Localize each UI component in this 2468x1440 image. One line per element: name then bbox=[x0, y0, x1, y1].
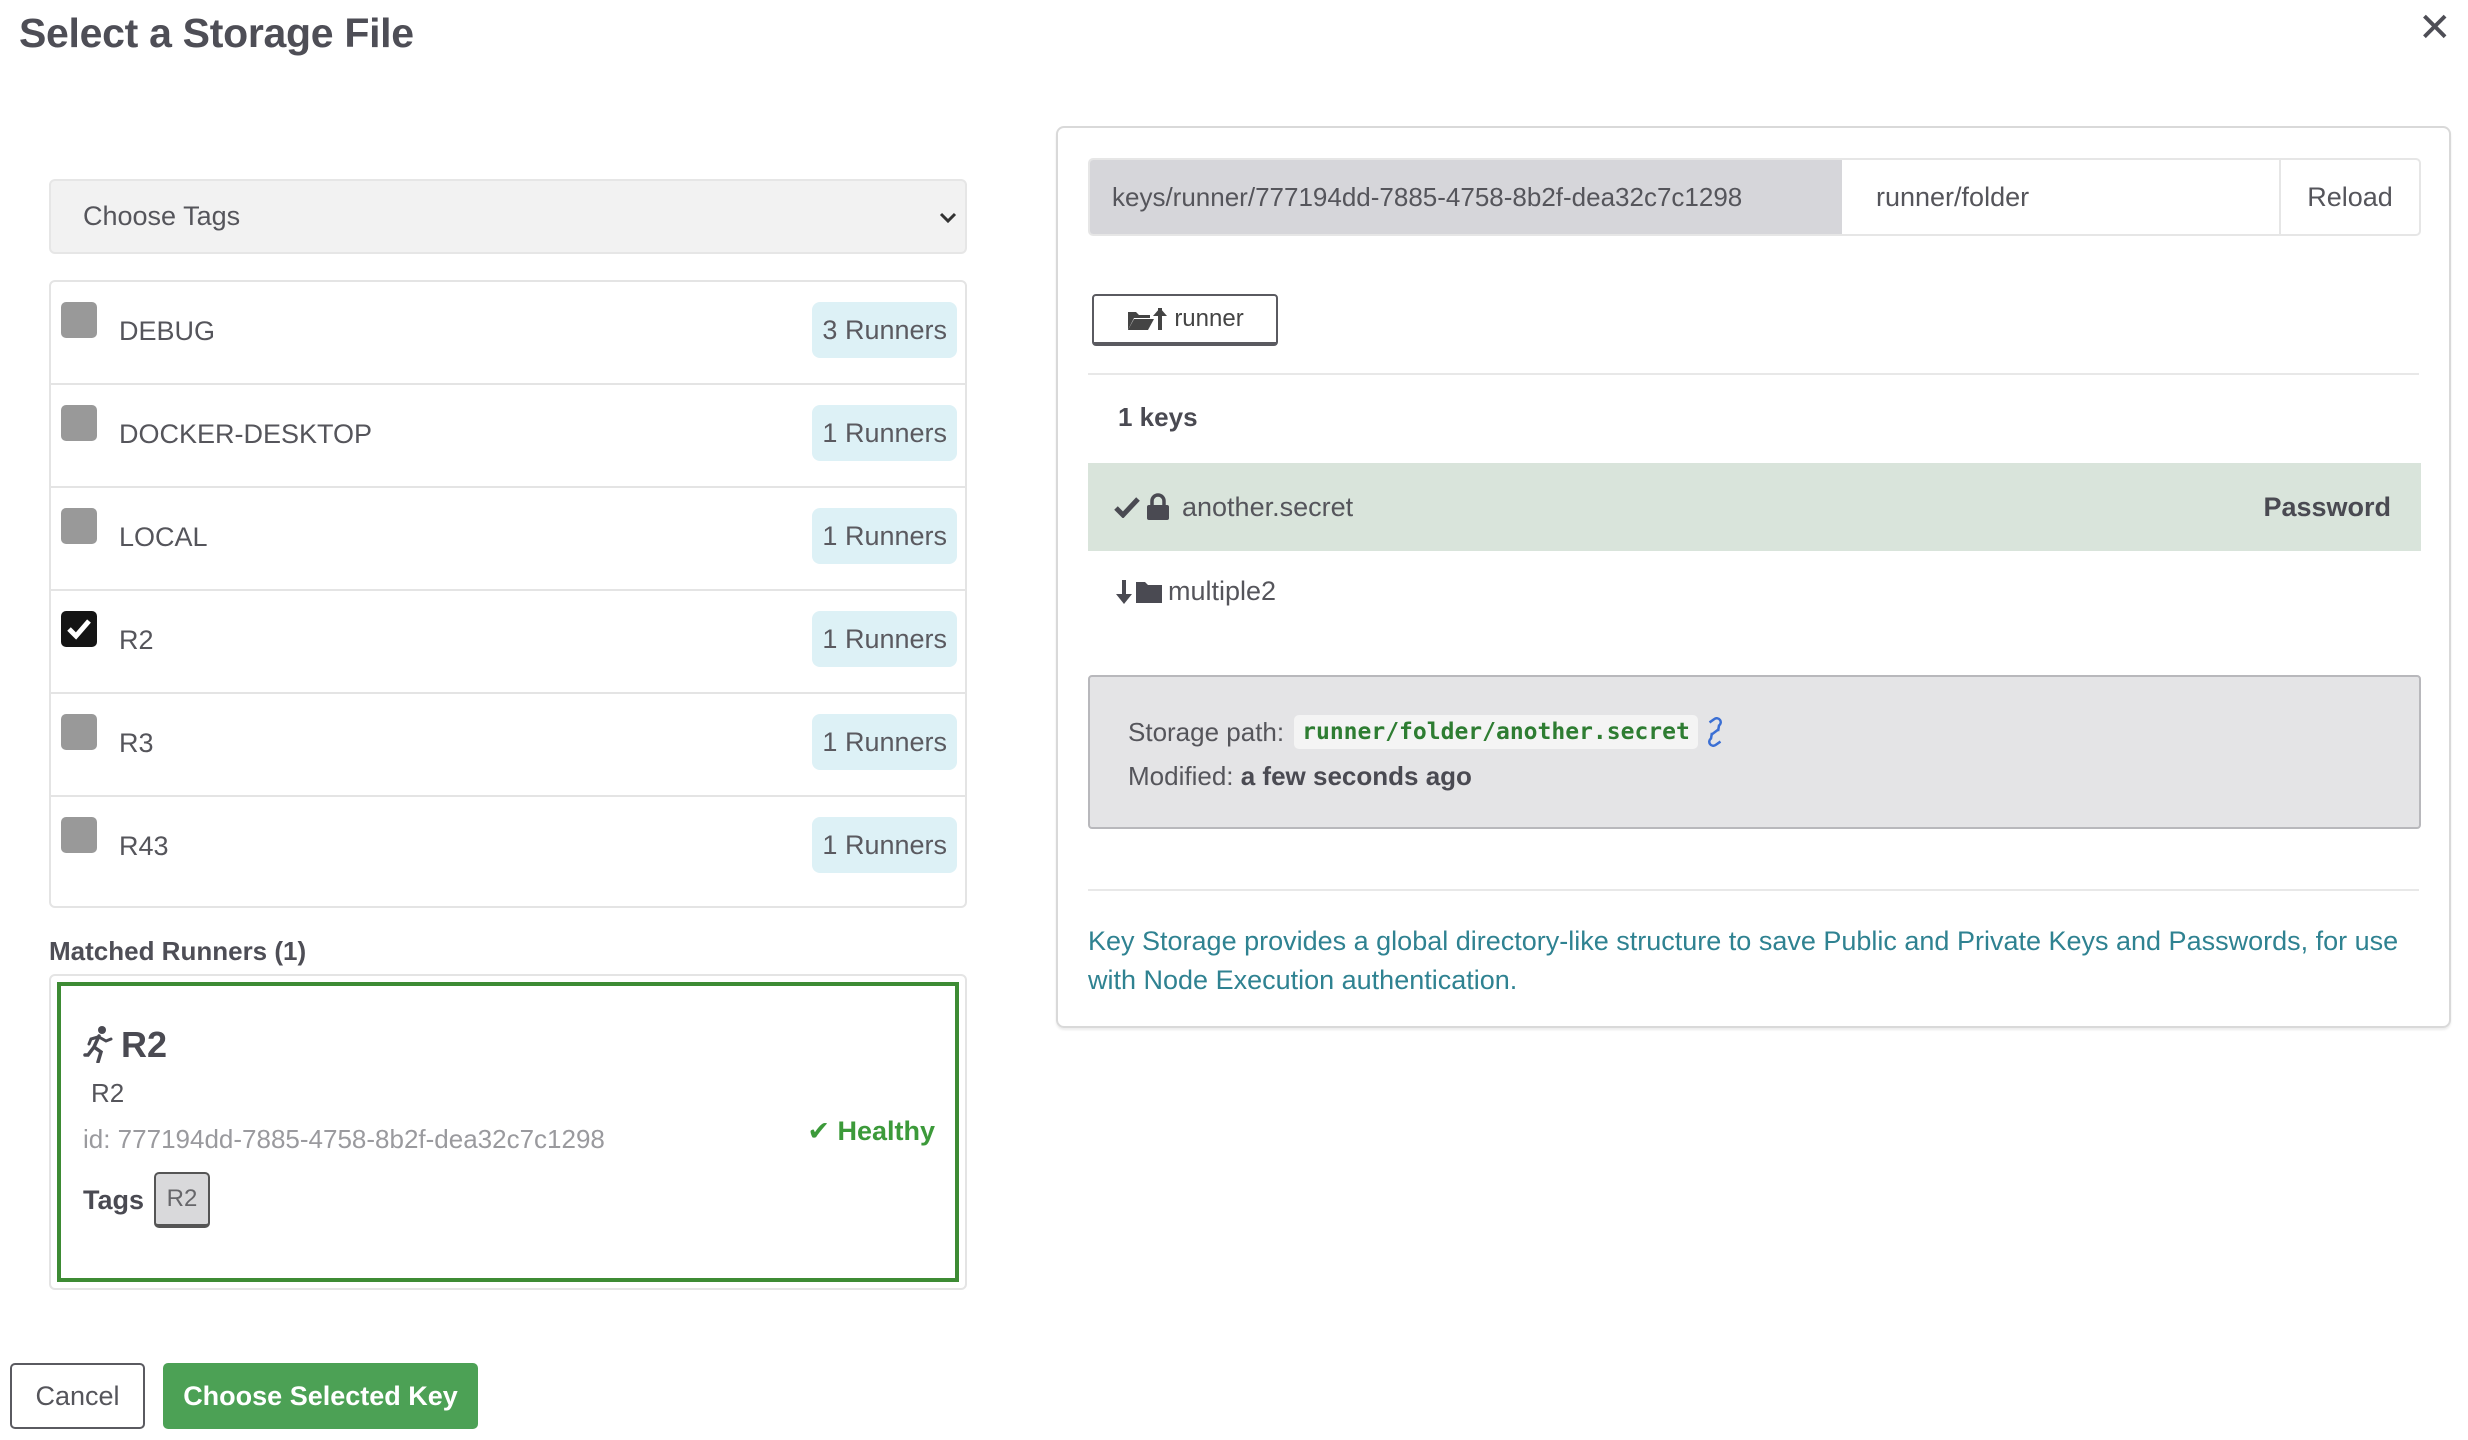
tag-name: R43 bbox=[119, 831, 169, 861]
choose-selected-key-button[interactable]: Choose Selected Key bbox=[163, 1363, 478, 1429]
modified-line: Modified: a few seconds ago bbox=[1128, 761, 1472, 792]
runner-tag-chip: R2 bbox=[154, 1172, 211, 1228]
key-type: Password bbox=[2263, 491, 2391, 522]
tag-checkbox[interactable] bbox=[61, 302, 97, 338]
runner-count-badge: 1 Runners bbox=[812, 714, 957, 770]
tag-row[interactable]: DOCKER-DESKTOP 1 Runners bbox=[51, 385, 965, 488]
arrow-down-icon bbox=[1116, 579, 1132, 604]
check-icon: ✔ bbox=[807, 1116, 830, 1146]
reload-button[interactable]: Reload bbox=[2279, 160, 2419, 234]
modified-label: Modified: bbox=[1128, 761, 1234, 791]
runner-name: R2 bbox=[121, 1024, 168, 1065]
cancel-button[interactable]: Cancel bbox=[10, 1363, 145, 1429]
runner-description: R2 bbox=[91, 1078, 125, 1108]
runner-title: R2 bbox=[83, 1024, 167, 1066]
key-item-selected[interactable]: another.secret Password bbox=[1088, 463, 2421, 551]
runner-count-badge: 1 Runners bbox=[812, 405, 957, 461]
storage-path-prefix: keys/runner/777194dd-7885-4758-8b2f-dea3… bbox=[1090, 160, 1842, 234]
key-storage-description: Key Storage provides a global directory-… bbox=[1088, 926, 2399, 995]
runner-count-badge: 1 Runners bbox=[812, 508, 957, 564]
folder-open-up-icon bbox=[1128, 308, 1168, 330]
tag-row[interactable]: R43 1 Runners bbox=[51, 797, 965, 900]
key-name: another.secret bbox=[1182, 491, 1354, 522]
storage-path-label: Storage path: bbox=[1128, 716, 1285, 747]
divider bbox=[1088, 373, 2419, 375]
runner-tags: Tags R2 bbox=[83, 1172, 211, 1228]
folder-icon bbox=[1136, 581, 1162, 603]
key-storage-panel: keys/runner/777194dd-7885-4758-8b2f-dea3… bbox=[1056, 126, 2451, 1028]
tag-name: DOCKER-DESKTOP bbox=[119, 419, 373, 449]
lock-icon bbox=[1147, 493, 1169, 520]
tag-name: R3 bbox=[119, 728, 154, 758]
runner-status: ✔ Healthy bbox=[807, 1116, 935, 1147]
tag-row[interactable]: LOCAL 1 Runners bbox=[51, 488, 965, 591]
storage-path-bar: keys/runner/777194dd-7885-4758-8b2f-dea3… bbox=[1088, 158, 2421, 236]
running-person-icon bbox=[83, 1025, 115, 1064]
tag-checkbox[interactable] bbox=[61, 405, 97, 441]
tag-checkbox[interactable] bbox=[61, 714, 97, 750]
modified-value: a few seconds ago bbox=[1240, 761, 1472, 791]
matched-runners-label: Matched Runners (1) bbox=[49, 936, 307, 966]
link-icon[interactable] bbox=[1702, 717, 1728, 747]
storage-path-value: runner/folder/another.secret bbox=[1294, 715, 1698, 749]
runner-count-badge: 1 Runners bbox=[812, 817, 957, 873]
chevron-down-icon bbox=[939, 201, 957, 232]
runner-count-badge: 1 Runners bbox=[812, 611, 957, 667]
runner-status-text: Healthy bbox=[837, 1116, 935, 1146]
tags-select[interactable]: Choose Tags bbox=[49, 179, 967, 254]
runner-tags-label: Tags bbox=[83, 1184, 145, 1215]
tag-checkbox[interactable] bbox=[61, 817, 97, 853]
tag-name: DEBUG bbox=[119, 316, 216, 346]
folder-name: multiple2 bbox=[1168, 576, 1277, 606]
runner-count-badge: 3 Runners bbox=[812, 302, 957, 358]
divider bbox=[1088, 889, 2419, 891]
tags-select-value: Choose Tags bbox=[83, 201, 241, 231]
tag-checkbox[interactable] bbox=[61, 508, 97, 544]
parent-folder-button[interactable]: runner bbox=[1092, 294, 1278, 346]
tag-row[interactable]: R3 1 Runners bbox=[51, 694, 965, 797]
tag-checkbox-checked[interactable] bbox=[61, 611, 97, 647]
storage-path-line: Storage path: runner/folder/another.secr… bbox=[1128, 715, 1728, 749]
storage-path-input[interactable] bbox=[1842, 160, 2279, 234]
tag-list: DEBUG 3 Runners DOCKER-DESKTOP 1 Runners… bbox=[49, 280, 967, 908]
tag-row[interactable]: R2 1 Runners bbox=[51, 591, 965, 694]
tag-row[interactable]: DEBUG 3 Runners bbox=[51, 282, 965, 385]
check-icon bbox=[1114, 497, 1140, 518]
runner-card[interactable]: R2 R2 id: 777194dd-7885-4758-8b2f-dea32c… bbox=[57, 982, 959, 1282]
dialog-title: Select a Storage File bbox=[19, 10, 414, 56]
runner-id: id: 777194dd-7885-4758-8b2f-dea32c7c1298 bbox=[83, 1124, 605, 1154]
folder-item[interactable]: multiple2 bbox=[1114, 576, 1276, 607]
tag-name: R2 bbox=[119, 625, 154, 655]
matched-runners-list: R2 R2 id: 777194dd-7885-4758-8b2f-dea32c… bbox=[49, 974, 967, 1290]
parent-folder-label: runner bbox=[1174, 305, 1244, 332]
keys-count: 1 keys bbox=[1118, 402, 1198, 432]
close-icon[interactable]: ✕ bbox=[2418, 8, 2452, 48]
key-info-box: Storage path: runner/folder/another.secr… bbox=[1088, 675, 2421, 829]
tag-name: LOCAL bbox=[119, 522, 208, 552]
